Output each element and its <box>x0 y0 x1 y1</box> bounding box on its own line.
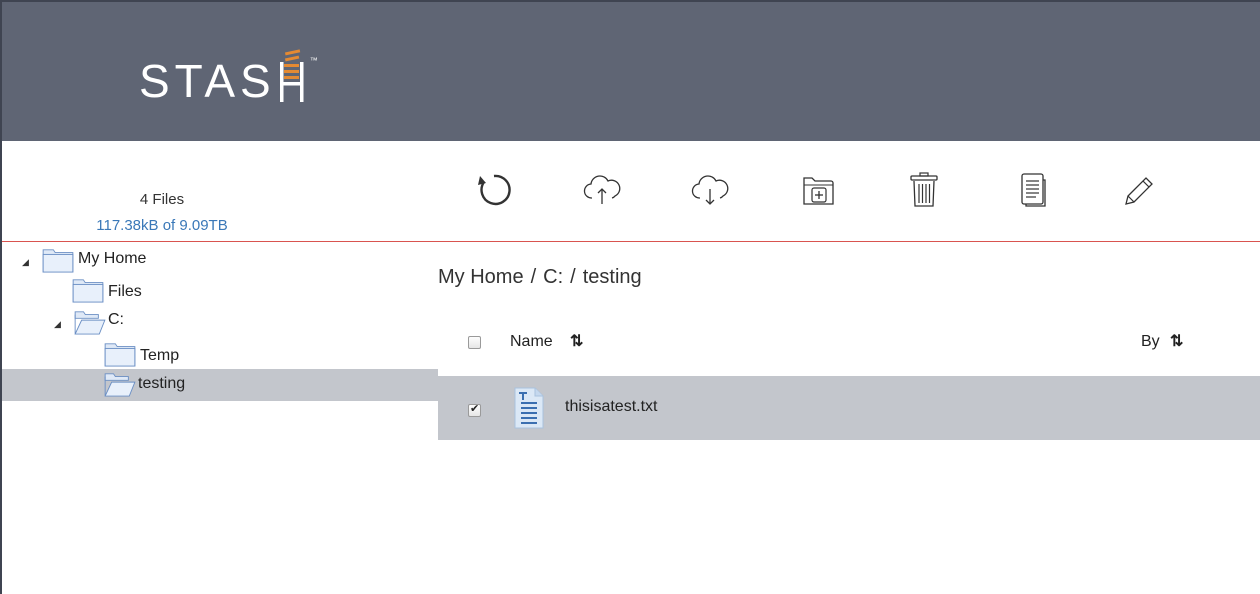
row-checkbox[interactable]: ✔ <box>468 403 481 417</box>
column-header-by[interactable]: By <box>1141 333 1160 351</box>
folder-open-icon <box>74 311 106 335</box>
folder-icon <box>104 343 136 367</box>
trademark: ™ <box>309 56 318 65</box>
upload-button[interactable] <box>576 164 628 216</box>
table-row[interactable]: ✔ thisisatest.txt <box>438 376 1260 440</box>
rename-button[interactable] <box>1112 164 1164 216</box>
logo-h-mark: ™ <box>278 48 318 104</box>
text-file-icon <box>514 387 544 429</box>
breadcrumb-separator: / <box>570 266 576 288</box>
check-icon: ✔ <box>470 403 480 415</box>
folder-icon <box>72 279 104 303</box>
tree-item-my-home[interactable]: ◢ My Home <box>2 247 438 277</box>
refresh-button[interactable] <box>468 164 520 216</box>
breadcrumb-separator: / <box>530 266 537 288</box>
tree-item-label: testing <box>138 375 186 392</box>
breadcrumb-item[interactable]: C: <box>543 266 563 289</box>
tree-item-c-drive[interactable]: ◢ C: <box>2 309 438 339</box>
app-header: STAS ™ <box>2 2 1260 141</box>
breadcrumb: My Home / C: / testing <box>438 266 642 289</box>
refresh-icon <box>478 174 511 206</box>
sort-icon[interactable]: ⇅ <box>1170 331 1183 351</box>
tree-item-label: Temp <box>140 347 180 364</box>
file-list-header: Name ⇅ By ⇅ <box>438 328 1260 358</box>
folder-tree: ◢ My Home Files ◢ C: Temp testing <box>2 243 438 594</box>
cloud-upload-icon <box>583 175 621 204</box>
tree-item-testing[interactable]: testing <box>2 369 438 401</box>
collapse-toggle-icon[interactable]: ◢ <box>22 257 29 268</box>
cloud-download-icon <box>691 175 729 205</box>
tree-item-label: C: <box>108 311 124 328</box>
breadcrumb-item[interactable]: My Home <box>438 266 524 289</box>
stash-logo[interactable]: STAS ™ <box>139 48 318 107</box>
toolbar-band: 4 Files 117.38kB of 9.09TB <box>2 141 1260 242</box>
column-header-name[interactable]: Name <box>510 333 553 351</box>
tree-item-files[interactable]: Files <box>2 277 438 307</box>
folder-plus-icon <box>803 177 834 205</box>
trash-icon <box>910 172 938 207</box>
storage-usage: 117.38kB of 9.09TB <box>96 217 228 234</box>
file-name[interactable]: thisisatest.txt <box>565 398 657 416</box>
download-button[interactable] <box>684 164 736 216</box>
copy-icon <box>1021 173 1046 207</box>
folder-icon <box>42 249 74 273</box>
delete-button[interactable] <box>898 164 950 216</box>
new-folder-button[interactable] <box>792 164 844 216</box>
tree-item-temp[interactable]: Temp <box>2 339 438 369</box>
collapse-toggle-icon[interactable]: ◢ <box>54 319 61 330</box>
tree-item-label: Files <box>108 283 142 300</box>
file-count: 4 Files <box>139 191 185 208</box>
breadcrumb-item[interactable]: testing <box>583 266 642 289</box>
tree-item-label: My Home <box>78 250 147 267</box>
pencil-icon <box>1125 177 1153 205</box>
copy-button[interactable] <box>1006 164 1058 216</box>
sort-icon[interactable]: ⇅ <box>570 331 583 351</box>
folder-open-icon <box>104 373 136 397</box>
logo-text: STAS <box>139 55 276 107</box>
select-all-checkbox[interactable] <box>468 336 481 349</box>
